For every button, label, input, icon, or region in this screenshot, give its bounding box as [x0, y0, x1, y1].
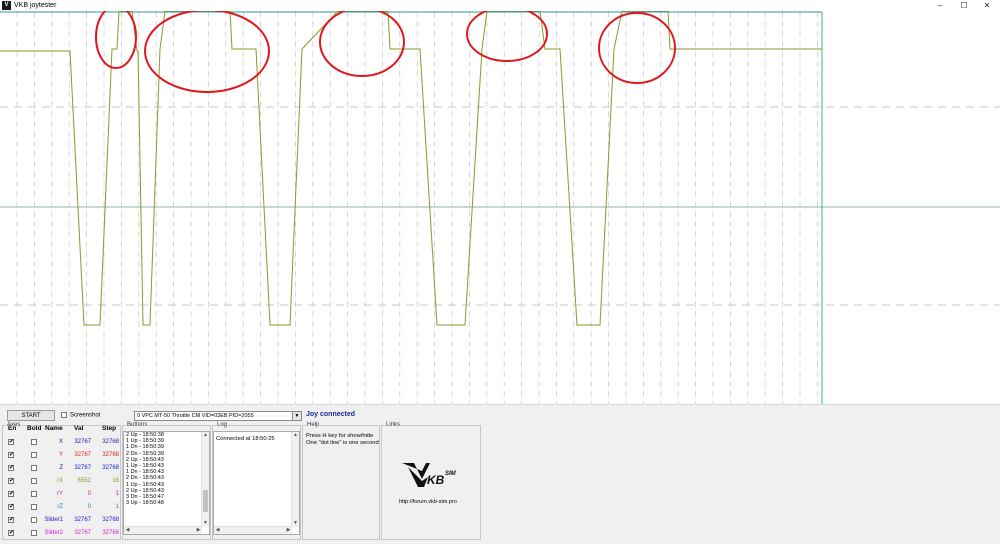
- log-group-title: Log: [216, 422, 229, 428]
- axis-enable-checkbox[interactable]: ✔: [8, 452, 14, 458]
- axis-enable-checkbox[interactable]: ✔: [8, 530, 14, 536]
- help-group: Help Press H key for show/hide One "dot …: [302, 422, 380, 540]
- close-button[interactable]: ✕: [976, 0, 998, 11]
- screenshot-toggle[interactable]: Screenshot: [61, 412, 100, 419]
- axis-step: 16: [112, 478, 119, 484]
- axis-step: 32768: [102, 452, 119, 458]
- window-title: VKB joytester: [14, 2, 57, 9]
- forum-link[interactable]: http://forum.vkb-sim.pro: [399, 499, 457, 505]
- axis-trace-graph: [0, 11, 1000, 404]
- connection-status: Joy connected: [306, 411, 356, 418]
- annotation-circle: [319, 11, 405, 77]
- scroll-down-icon[interactable]: ▼: [202, 520, 209, 527]
- axis-value: 0: [87, 504, 91, 510]
- axis-enable-checkbox[interactable]: ✔: [8, 439, 14, 445]
- logo-text-sup: SIM: [445, 471, 457, 477]
- log-text-area[interactable]: Connected at 18:50:25 ▲ ▼ ◀ ▶: [213, 431, 300, 535]
- axis-step: 1: [115, 491, 119, 497]
- annotation-circle: [95, 11, 137, 69]
- screenshot-label: Screenshot: [70, 412, 101, 419]
- links-group-title: Links: [385, 422, 402, 428]
- axis-enable-checkbox[interactable]: ✔: [8, 504, 14, 510]
- annotation-circle: [466, 11, 548, 62]
- vkbsim-logo[interactable]: KB SIM: [400, 459, 460, 491]
- axis-row: ✔ Y 32767 32768: [0, 449, 120, 462]
- help-line: Press H key for show/hide: [306, 433, 374, 439]
- axis-row: ✔ Z 32767 32768: [0, 462, 120, 475]
- button-event[interactable]: 3 Up - 18:50:48: [124, 500, 209, 506]
- scroll-right-icon[interactable]: ▶: [285, 527, 292, 534]
- axis-enable-checkbox[interactable]: ✔: [8, 478, 14, 484]
- axis-row: ✔ rX 6552 16: [0, 475, 120, 488]
- axis-name: X: [58, 439, 63, 445]
- annotation-circle: [598, 12, 676, 84]
- scroll-thumb[interactable]: [203, 490, 208, 512]
- scroll-left-icon[interactable]: ◀: [124, 527, 131, 534]
- help-line: One "dot line" is one second: [306, 440, 379, 446]
- scroll-right-icon[interactable]: ▶: [195, 527, 202, 534]
- axes-header-step: Step: [102, 425, 117, 432]
- axis-row: ✔ Slider2 32767 32768: [0, 527, 120, 540]
- axis-name: Slider2: [44, 530, 63, 536]
- scroll-up-icon[interactable]: ▲: [202, 432, 209, 439]
- axis-name: Z: [59, 465, 63, 471]
- axis-step: 32768: [102, 517, 119, 523]
- screenshot-checkbox[interactable]: [61, 412, 67, 418]
- axis-name: Slider1: [44, 517, 63, 523]
- axis-name: Y: [58, 452, 63, 458]
- axis-enable-checkbox[interactable]: ✔: [8, 465, 14, 471]
- axes-header-val: Val: [74, 425, 84, 432]
- title-bar: V VKB joytester – ☐ ✕: [0, 0, 1000, 11]
- buttons-event-list[interactable]: 2 Up - 18:50:38 1 Up - 18:50:39 1 Dn - 18:…: [123, 431, 210, 535]
- scroll-down-icon[interactable]: ▼: [292, 520, 299, 527]
- help-text: Press H key for show/hide One "dot line"…: [306, 433, 379, 447]
- maximize-button[interactable]: ☐: [953, 0, 975, 11]
- axis-value: 0: [87, 491, 91, 497]
- buttons-vertical-scrollbar[interactable]: ▲ ▼: [201, 432, 209, 527]
- axis-enable-checkbox[interactable]: ✔: [8, 491, 14, 497]
- buttons-event-lines: 2 Up - 18:50:38 1 Up - 18:50:39 1 Dn - 18:…: [124, 432, 209, 506]
- axis-step: 32768: [102, 530, 119, 536]
- log-lines: Connected at 18:50:25: [214, 432, 299, 443]
- axis-step: 32768: [102, 439, 119, 445]
- annotation-circles: [95, 11, 676, 93]
- axis-value: 32767: [74, 465, 91, 471]
- axis-step: 32768: [102, 465, 119, 471]
- axis-name: rY: [57, 491, 63, 497]
- axis-row: ✔ rY 0 1: [0, 488, 120, 501]
- buttons-horizontal-scrollbar[interactable]: ◀ ▶: [124, 526, 202, 534]
- axis-name: rX: [57, 478, 63, 484]
- rx-axis-trace: [0, 11, 822, 326]
- log-vertical-scrollbar[interactable]: ▲ ▼: [291, 432, 299, 527]
- axis-value: 6552: [77, 478, 91, 484]
- axis-value: 32767: [74, 530, 91, 536]
- axis-enable-checkbox[interactable]: ✔: [8, 517, 14, 523]
- axis-value: 32767: [74, 517, 91, 523]
- chevron-down-icon[interactable]: ▼: [292, 412, 301, 420]
- start-button[interactable]: START: [7, 410, 55, 421]
- device-select[interactable]: 0 VPC MT-50 Throttle CM VID=03EB PID=205…: [134, 411, 302, 421]
- log-entry: Connected at 18:50:25: [216, 436, 275, 442]
- scroll-left-icon[interactable]: ◀: [214, 527, 221, 534]
- axis-value: 32767: [74, 452, 91, 458]
- axis-row: ✔ Slider1 32767 32768: [0, 514, 120, 527]
- axis-name: rZ: [57, 504, 63, 510]
- device-select-value: 0 VPC MT-50 Throttle CM VID=03EB PID=205…: [137, 413, 254, 419]
- axis-row: ✔ rZ 0 1: [0, 501, 120, 514]
- logo-text: KB: [427, 473, 445, 487]
- axes-header-bold: Bold: [27, 425, 42, 432]
- log-horizontal-scrollbar[interactable]: ◀ ▶: [214, 526, 292, 534]
- axis-row: ✔ X 32767 32768: [0, 436, 120, 449]
- axes-header-en: En: [8, 425, 17, 432]
- buttons-group-title: Buttons: [126, 422, 149, 428]
- axis-step: 1: [115, 504, 119, 510]
- app-icon: V: [2, 1, 11, 10]
- minimize-button[interactable]: –: [929, 0, 951, 11]
- axes-header-name: Name: [45, 425, 63, 432]
- help-group-title: Help: [306, 422, 321, 428]
- axis-value: 32767: [74, 439, 91, 445]
- scroll-up-icon[interactable]: ▲: [292, 432, 299, 439]
